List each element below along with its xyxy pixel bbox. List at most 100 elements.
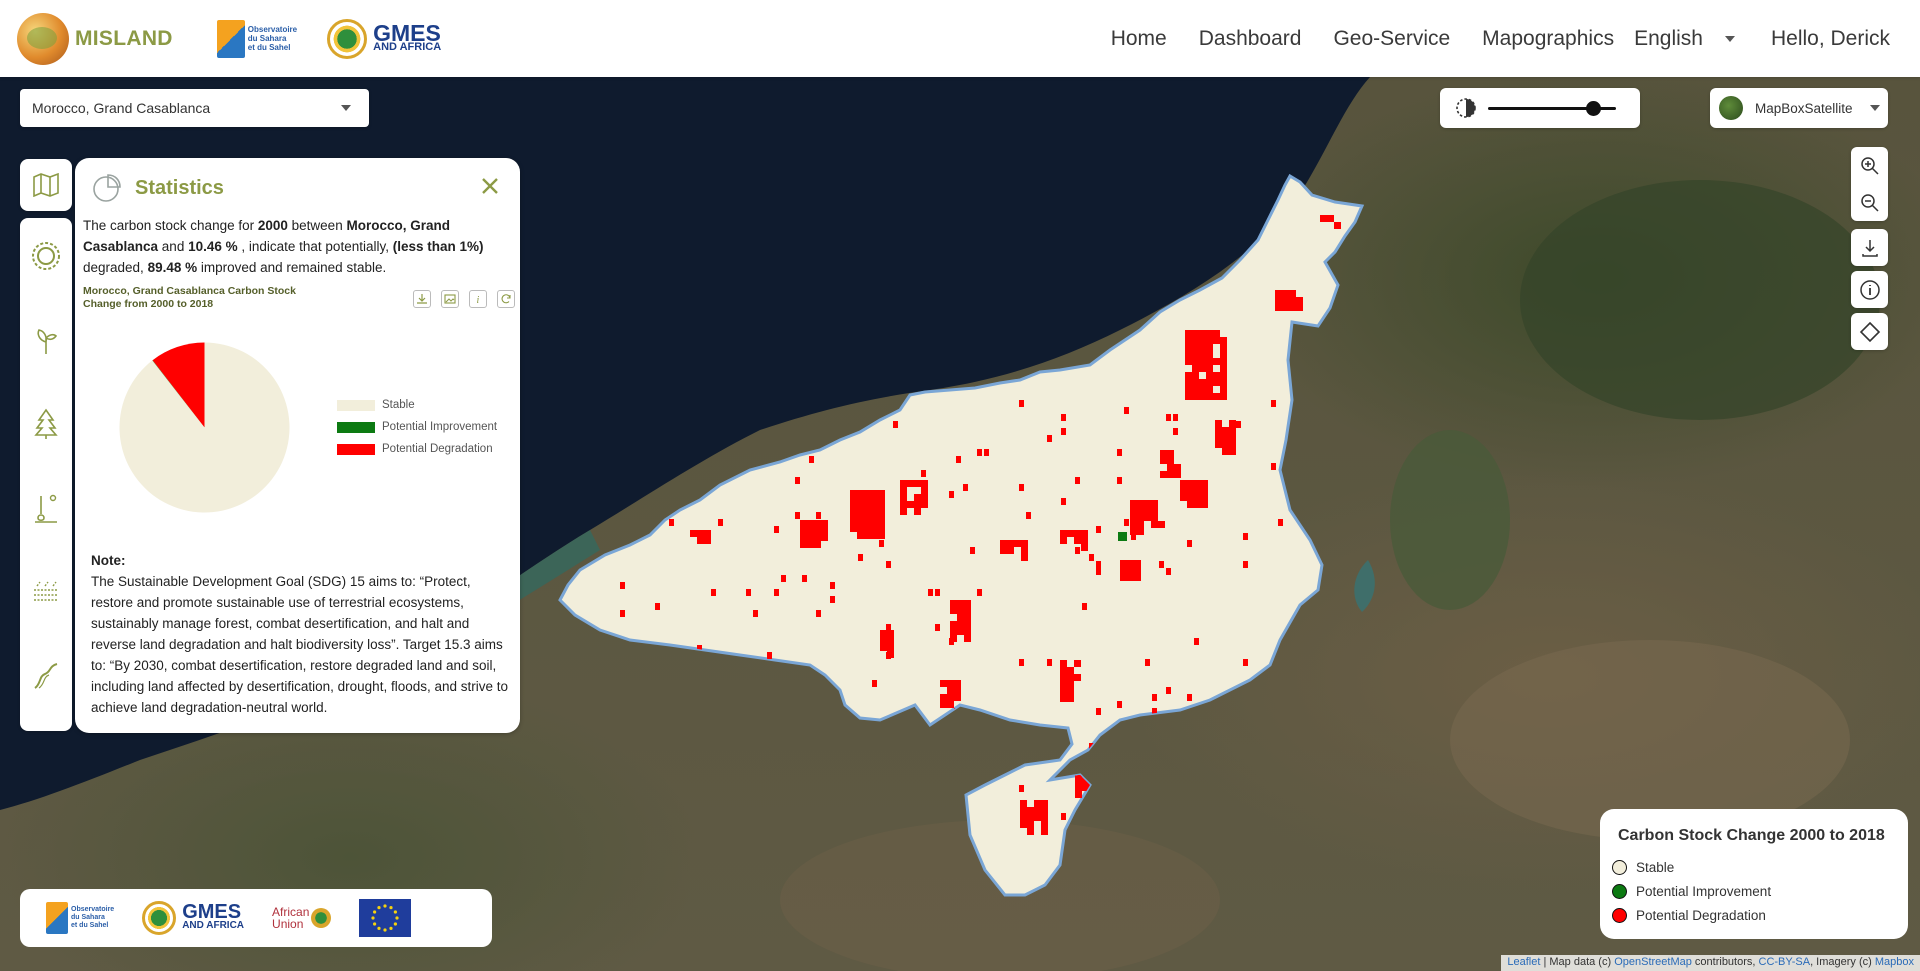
user-greeting[interactable]: Hello, Derick bbox=[1771, 27, 1890, 51]
degradation-cell bbox=[1187, 501, 1194, 508]
region-select[interactable]: Morocco, Grand Casablanca bbox=[20, 89, 369, 127]
desc-year: 2000 bbox=[257, 218, 288, 233]
degradation-cell bbox=[1144, 500, 1151, 507]
degradation-cell bbox=[850, 497, 857, 504]
opacity-slider[interactable] bbox=[1488, 101, 1616, 116]
degradation-cell bbox=[907, 501, 914, 508]
chart-refresh-button[interactable] bbox=[497, 290, 515, 308]
degradation-cell bbox=[1082, 603, 1087, 610]
degradation-cell bbox=[1229, 448, 1236, 455]
note-text: The Sustainable Development Goal (SDG) 1… bbox=[91, 574, 509, 715]
au-line: Union bbox=[272, 917, 304, 931]
desc-text: , indicate that potentially, bbox=[237, 239, 393, 254]
degradation-cell bbox=[858, 554, 863, 561]
map-layers-button[interactable] bbox=[20, 159, 72, 211]
osm-link[interactable]: OpenStreetMap bbox=[1614, 956, 1692, 968]
leaflet-link[interactable]: Leaflet bbox=[1507, 956, 1540, 968]
gmes-emblem-icon bbox=[142, 901, 177, 935]
degradation-cell bbox=[1243, 533, 1248, 540]
degradation-cell bbox=[1185, 372, 1192, 379]
degradation-cell bbox=[1199, 358, 1206, 365]
degradation-cell bbox=[871, 532, 878, 539]
degradation-cell bbox=[1199, 365, 1206, 372]
degradation-cell bbox=[1074, 660, 1081, 667]
nav-home[interactable]: Home bbox=[1111, 27, 1167, 51]
degradation-cell bbox=[871, 511, 878, 518]
opacity-slider-thumb[interactable] bbox=[1585, 101, 1601, 116]
degradation-cell bbox=[1215, 420, 1222, 427]
nav-geo-service[interactable]: Geo-Service bbox=[1333, 27, 1450, 51]
degradation-cell bbox=[1334, 222, 1341, 229]
oss-emblem-icon bbox=[46, 902, 68, 934]
degradation-cell bbox=[662, 659, 667, 666]
degradation-cell bbox=[814, 541, 821, 548]
degradation-cell bbox=[1185, 379, 1192, 386]
pie-legend-item[interactable]: Potential Degradation bbox=[337, 438, 497, 460]
info-icon bbox=[1859, 279, 1880, 300]
degradation-cell bbox=[1145, 659, 1150, 666]
attribution-text: contributors, bbox=[1691, 956, 1759, 968]
desc-text: between bbox=[287, 218, 347, 233]
zoom-in-icon bbox=[1860, 156, 1879, 175]
language-label: English bbox=[1634, 26, 1703, 50]
degradation-cell bbox=[1213, 372, 1220, 379]
degradation-cell bbox=[1089, 770, 1096, 777]
degradation-cell bbox=[857, 511, 864, 518]
tool-vegetation[interactable] bbox=[28, 324, 64, 356]
map-info-button[interactable] bbox=[1851, 271, 1888, 308]
degradation-cell bbox=[1206, 379, 1213, 386]
tool-climate[interactable] bbox=[28, 492, 64, 524]
degradation-cell bbox=[1081, 544, 1088, 551]
brand-logo[interactable]: MISLAND bbox=[17, 12, 173, 65]
zoom-out-button[interactable] bbox=[1851, 184, 1888, 221]
degradation-cell bbox=[1250, 771, 1255, 778]
map-attribution: Leaflet | Map data (c) OpenStreetMap con… bbox=[1501, 955, 1920, 971]
degradation-cell bbox=[900, 487, 907, 494]
degradation-cell bbox=[1271, 694, 1276, 701]
chart-info-button[interactable]: i bbox=[469, 290, 487, 308]
mapbox-link[interactable]: Mapbox bbox=[1875, 956, 1914, 968]
pie-legend-item[interactable]: Stable bbox=[337, 394, 497, 416]
nav-dashboard[interactable]: Dashboard bbox=[1199, 27, 1302, 51]
close-icon[interactable] bbox=[480, 176, 500, 196]
degradation-cell bbox=[1229, 441, 1236, 448]
pie-legend-item[interactable]: Potential Improvement bbox=[337, 416, 497, 438]
degradation-cell bbox=[746, 589, 751, 596]
chart-image-button[interactable] bbox=[441, 290, 459, 308]
language-select[interactable]: English bbox=[1634, 27, 1735, 51]
map-legend-item: Potential Degradation bbox=[1612, 903, 1908, 927]
zoom-in-button[interactable] bbox=[1851, 147, 1888, 184]
tool-forest[interactable] bbox=[28, 408, 64, 440]
nav-mapographics[interactable]: Mapographics bbox=[1482, 27, 1614, 51]
degradation-cell bbox=[1067, 695, 1074, 702]
license-link[interactable]: CC-BY-SA bbox=[1759, 956, 1811, 968]
degradation-cell bbox=[957, 607, 964, 614]
degradation-cell bbox=[879, 540, 884, 547]
degradation-cell bbox=[1192, 337, 1199, 344]
degradation-cell bbox=[821, 527, 828, 534]
chart-download-button[interactable] bbox=[413, 290, 431, 308]
basemap-value: MapBoxSatellite bbox=[1755, 100, 1853, 116]
tool-erosion[interactable] bbox=[28, 660, 64, 692]
tool-soil[interactable] bbox=[28, 576, 64, 608]
degradation-cell bbox=[774, 589, 779, 596]
degradation-cell bbox=[1075, 770, 1082, 777]
navbar: MISLAND Observatoire du Sahara et du Sah… bbox=[0, 0, 1920, 77]
degradation-cell bbox=[887, 637, 894, 644]
basemap-select[interactable]: MapBoxSatellite bbox=[1710, 88, 1888, 128]
degradation-cell bbox=[1180, 480, 1187, 487]
tool-land-degradation[interactable] bbox=[28, 240, 64, 272]
degradation-cell bbox=[1007, 547, 1014, 554]
degradation-cell bbox=[1019, 400, 1024, 407]
legend-label: Potential Degradation bbox=[382, 443, 493, 455]
chevron-down-icon bbox=[341, 105, 351, 111]
map-legend: Carbon Stock Change 2000 to 2018 Stable … bbox=[1600, 809, 1908, 939]
draw-polygon-icon bbox=[1859, 321, 1880, 342]
degradation-cell bbox=[1282, 290, 1289, 297]
map-legend-title: Carbon Stock Change 2000 to 2018 bbox=[1618, 827, 1885, 844]
draw-polygon-button[interactable] bbox=[1851, 313, 1888, 350]
map-download-button[interactable] bbox=[1851, 229, 1888, 266]
degradation-cell bbox=[1220, 344, 1227, 351]
degradation-cell bbox=[954, 680, 961, 687]
degradation-cell bbox=[864, 532, 871, 539]
